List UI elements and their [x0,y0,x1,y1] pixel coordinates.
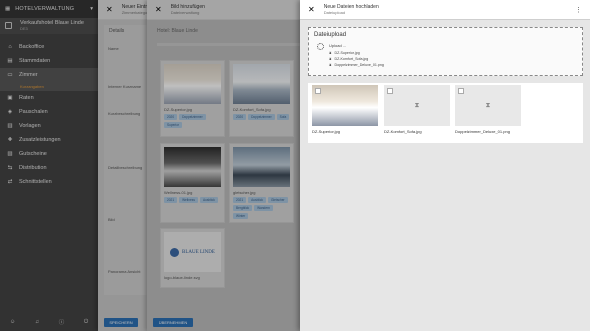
upload-heading: Dateiupload [314,32,347,38]
file-tile[interactable]: ⧗ DZ-Komfort_Sofa.jpg [384,85,450,134]
file-tile[interactable]: DZ-Superior.jpg [312,85,378,134]
upload-file: ⧗ Doppelzimmer_Deluxe_01.png [329,62,384,68]
upload-panel: ✕ Neue Dateien hochladen Dateiupload ⋮ Da… [300,0,590,331]
upload-file-list: ⧗ DZ-Superior.jpg ⧗ DZ-Komfort_Sofa.jpg ⧗ D… [329,50,384,68]
panel-header: ✕ Neue Dateien hochladen Dateiupload ⋮ [300,0,590,20]
file-preview: ⧗ [455,85,521,126]
hourglass-icon: ⧗ [329,63,332,67]
close-icon[interactable]: ✕ [308,5,315,14]
select-checkbox[interactable] [387,88,393,94]
select-checkbox[interactable] [315,88,321,94]
more-vert-icon[interactable]: ⋮ [575,6,582,14]
uploaded-files-grid: DZ-Superior.jpg ⧗ DZ-Komfort_Sofa.jpg ⧗ … [308,83,583,143]
file-name: Doppelzimmer_Deluxe_01.png [455,129,510,134]
file-name: DZ-Komfort_Sofa.jpg [384,129,422,134]
file-preview: ⧗ [384,85,450,126]
upload-file-name: Doppelzimmer_Deluxe_01.png [334,63,384,67]
overlay-shade [0,0,300,331]
hourglass-icon: ⧗ [485,101,491,109]
upload-status: Upload ... [329,43,347,48]
file-name: DZ-Superior.jpg [312,129,341,134]
file-preview [312,85,378,126]
upload-dropzone[interactable]: Dateiupload Upload ... ⧗ DZ-Superior.jpg … [308,27,583,76]
loading-spinner-icon [317,43,324,50]
hourglass-icon: ⧗ [414,101,420,109]
file-tile[interactable]: ⧗ Doppelzimmer_Deluxe_01.png [455,85,521,134]
panel-subtitle: Dateiupload [323,10,346,15]
select-checkbox[interactable] [458,88,464,94]
